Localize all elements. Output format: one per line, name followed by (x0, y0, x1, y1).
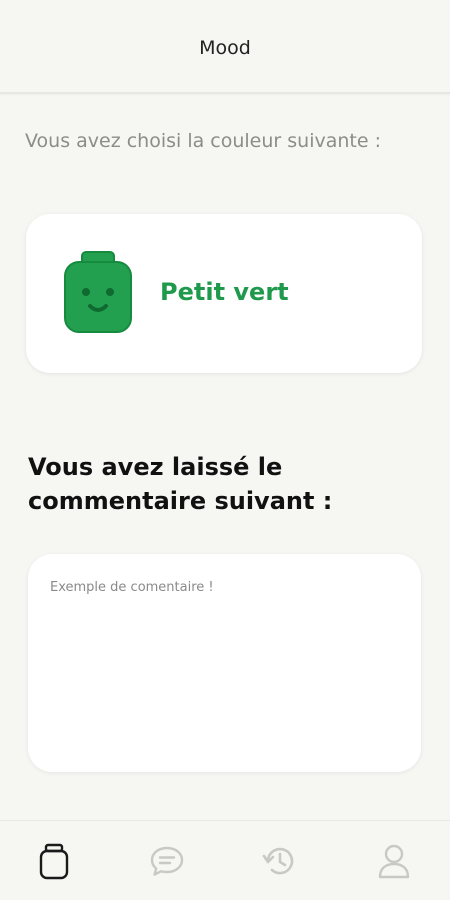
intro-text: Vous avez choisi la couleur suivante : (25, 130, 381, 152)
app-header: Mood (0, 0, 450, 94)
tab-profile[interactable] (372, 839, 416, 883)
smiley-face-icon (64, 251, 132, 333)
profile-icon (378, 844, 410, 879)
comment-heading: Vous avez laissé le commentaire suivant … (28, 453, 333, 515)
tab-chat[interactable] (145, 839, 189, 883)
comment-card: Exemple de comentaire ! (28, 554, 421, 772)
jar-icon (39, 843, 69, 880)
bottom-tab-bar (0, 820, 450, 900)
history-icon (262, 847, 294, 875)
tab-jar[interactable] (32, 839, 76, 883)
chat-bubble-icon (150, 846, 184, 876)
mood-color-name: Petit vert (160, 278, 289, 306)
mood-color-card: Petit vert (26, 214, 422, 373)
page-title: Mood (199, 37, 251, 59)
comment-text: Exemple de comentaire ! (50, 580, 214, 595)
tab-history[interactable] (258, 839, 302, 883)
